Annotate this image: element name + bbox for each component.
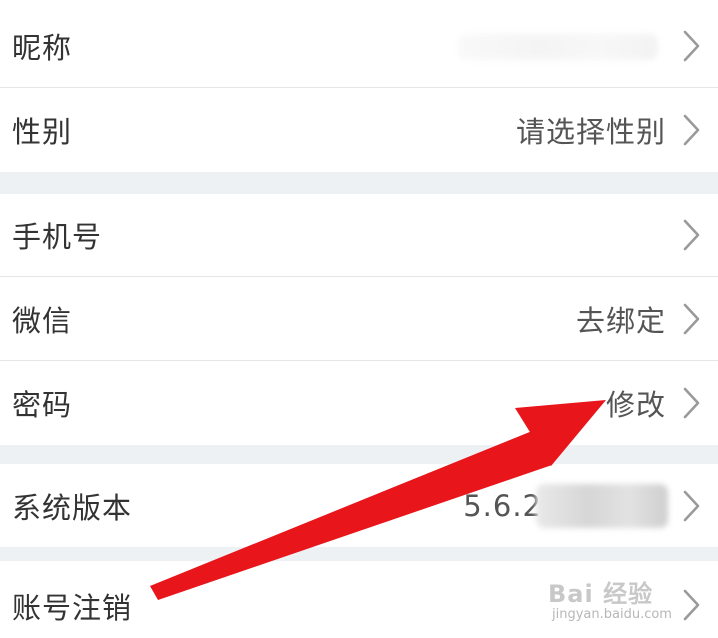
watermark-url: jingyan.baidu.com [552, 607, 672, 622]
account-settings-page: 昵称 性别 请选择性别 手机号 微信 去绑定 密码 修改 系统版本 5.6.2 … [0, 0, 718, 638]
annotation-arrow-icon [150, 400, 606, 600]
watermark-logo: Bai 经验 [548, 580, 654, 608]
